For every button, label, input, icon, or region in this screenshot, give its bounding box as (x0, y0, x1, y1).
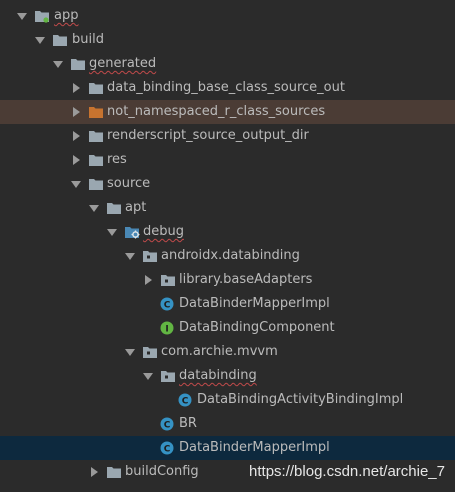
watermark-text: https://blog.csdn.net/archie_7 (249, 463, 445, 480)
node-label: apt (125, 200, 147, 215)
node-label: buildConfig (125, 464, 199, 479)
expand-arrow-icon[interactable] (69, 172, 83, 196)
node-label: com.archie.mvvm (161, 344, 278, 359)
node-label: DataBindingComponent (179, 320, 335, 335)
node-label: BR (179, 416, 197, 431)
tree-node-databindermapperimpl[interactable]: C DataBinderMapperImpl (0, 292, 455, 316)
tree-node-library-baseadapters[interactable]: library.baseAdapters (0, 268, 455, 292)
node-label: renderscript_source_output_dir (107, 128, 309, 143)
folder-icon (53, 35, 67, 46)
svg-text:I: I (165, 325, 168, 335)
expand-arrow-icon[interactable] (33, 28, 47, 52)
tree-node-renderscript-source-output-dir[interactable]: renderscript_source_output_dir (0, 124, 455, 148)
tree-node-app[interactable]: app (0, 4, 455, 28)
package-icon (143, 251, 157, 262)
tree-node-databindingactivitybindingimpl[interactable]: C DataBindingActivityBindingImpl (0, 388, 455, 412)
tree-node-databindingcomponent[interactable]: I DataBindingComponent (0, 316, 455, 340)
project-tree: app build generated data_binding_base_cl… (0, 4, 455, 484)
node-label: DataBinderMapperImpl (179, 296, 330, 311)
tree-node-br[interactable]: C BR (0, 412, 455, 436)
expand-arrow-icon[interactable] (123, 244, 137, 268)
svg-text:C: C (164, 445, 171, 455)
class-icon: C (160, 441, 174, 455)
collapse-arrow-icon[interactable] (69, 148, 83, 172)
tree-node-not-namespaced-r-class-sources[interactable]: not_namespaced_r_class_sources (0, 100, 455, 124)
node-label: source (107, 176, 151, 191)
folder-icon (107, 203, 121, 214)
interface-icon: I (160, 321, 174, 335)
class-icon: C (178, 393, 192, 407)
collapse-arrow-icon[interactable] (141, 268, 155, 292)
folder-icon (71, 59, 85, 70)
svg-text:C: C (182, 397, 189, 407)
tree-node-com-archie-mvvm[interactable]: com.archie.mvvm (0, 340, 455, 364)
node-label: library.baseAdapters (179, 272, 313, 287)
tree-node-source[interactable]: source (0, 172, 455, 196)
node-label: generated (89, 56, 157, 71)
expand-arrow-icon[interactable] (87, 196, 101, 220)
tree-node-generated[interactable]: generated (0, 52, 455, 76)
folder-icon (107, 467, 121, 478)
svg-text:C: C (164, 301, 171, 311)
expand-arrow-icon[interactable] (15, 4, 29, 28)
module-folder-icon (35, 11, 49, 23)
collapse-arrow-icon[interactable] (69, 76, 83, 100)
package-icon (161, 275, 175, 286)
collapse-arrow-icon[interactable] (69, 100, 83, 124)
svg-text:C: C (164, 421, 171, 431)
expand-arrow-icon[interactable] (141, 364, 155, 388)
excluded-folder-icon (89, 107, 103, 118)
collapse-arrow-icon[interactable] (69, 124, 83, 148)
package-icon (143, 347, 157, 358)
generated-sources-folder-icon (125, 227, 140, 239)
node-label: app (54, 8, 79, 23)
tree-node-databindermapperimpl-selected[interactable]: C DataBinderMapperImpl (0, 436, 455, 460)
node-label: DataBinderMapperImpl (179, 440, 330, 455)
folder-icon (89, 155, 103, 166)
node-label: DataBindingActivityBindingImpl (197, 392, 404, 407)
expand-arrow-icon[interactable] (123, 340, 137, 364)
node-label: databinding (179, 368, 257, 383)
folder-icon (89, 131, 103, 142)
tree-node-apt[interactable]: apt (0, 196, 455, 220)
package-icon (161, 371, 175, 382)
node-label: androidx.databinding (161, 248, 300, 263)
tree-node-androidx-databinding[interactable]: androidx.databinding (0, 244, 455, 268)
tree-node-debug[interactable]: debug (0, 220, 455, 244)
expand-arrow-icon[interactable] (105, 220, 119, 244)
collapse-arrow-icon[interactable] (87, 460, 101, 484)
node-label: res (107, 152, 127, 167)
class-icon: C (160, 417, 174, 431)
folder-icon (89, 83, 103, 94)
expand-arrow-icon[interactable] (51, 52, 65, 76)
folder-icon (89, 179, 103, 190)
tree-node-build[interactable]: build (0, 28, 455, 52)
node-label: data_binding_base_class_source_out (107, 80, 345, 95)
tree-node-res[interactable]: res (0, 148, 455, 172)
node-label: build (72, 32, 104, 47)
tree-node-databinding[interactable]: databinding (0, 364, 455, 388)
class-icon: C (160, 297, 174, 311)
tree-node-data-binding-base-class-source-out[interactable]: data_binding_base_class_source_out (0, 76, 455, 100)
node-label: debug (143, 224, 184, 239)
node-label: not_namespaced_r_class_sources (107, 104, 326, 119)
